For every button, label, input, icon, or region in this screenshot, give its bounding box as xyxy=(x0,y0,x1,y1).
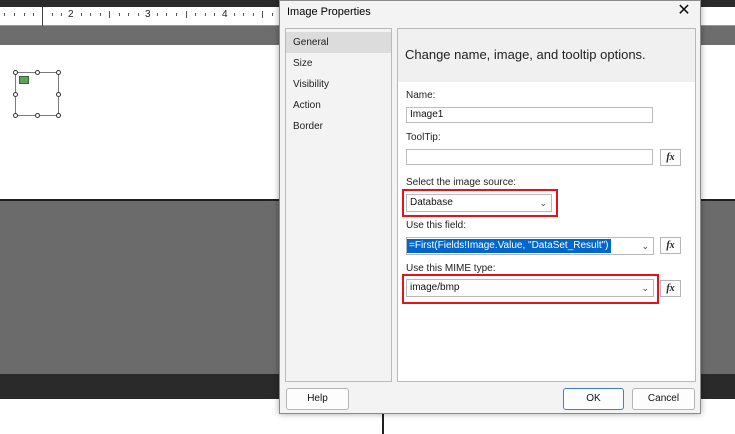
resize-handle[interactable] xyxy=(13,92,18,97)
highlight-box xyxy=(402,274,659,304)
ruler-cursor-line xyxy=(42,7,43,26)
ruler-tick xyxy=(253,13,254,16)
use-field-value: =First(Fields!Image.Value, "DataSet_Resu… xyxy=(407,239,611,253)
fx-icon: fx xyxy=(666,283,675,294)
ruler-tick xyxy=(81,13,82,16)
ruler-tick xyxy=(14,13,15,16)
ruler-tick xyxy=(119,13,120,16)
ruler-number: 4 xyxy=(222,9,228,20)
help-button[interactable]: Help xyxy=(286,388,349,410)
field-expression-button[interactable]: fx xyxy=(660,237,681,254)
nav-item-action[interactable]: Action xyxy=(286,95,391,116)
name-input[interactable]: Image1 xyxy=(406,107,653,123)
general-page: Change name, image, and tooltip options.… xyxy=(397,28,696,382)
highlight-box xyxy=(402,189,558,217)
cancel-button[interactable]: Cancel xyxy=(632,388,695,410)
ruler-tick xyxy=(61,13,62,16)
ruler-tick xyxy=(195,13,196,16)
close-icon[interactable]: ✕ xyxy=(676,3,692,19)
image-icon xyxy=(19,76,29,84)
nav-item-border[interactable]: Border xyxy=(286,116,391,137)
resize-handle[interactable] xyxy=(35,113,40,118)
ok-button[interactable]: OK xyxy=(563,388,624,410)
nav-item-size[interactable]: Size xyxy=(286,53,391,74)
ruler-tick xyxy=(176,13,177,16)
resize-handle[interactable] xyxy=(35,70,40,75)
tooltip-label: ToolTip: xyxy=(406,132,441,143)
ruler-tick xyxy=(138,13,139,16)
properties-nav: General Size Visibility Action Border xyxy=(285,28,392,382)
page-header-text: Change name, image, and tooltip options. xyxy=(405,47,646,62)
ruler-tick xyxy=(157,13,158,16)
chevron-down-icon: ⌄ xyxy=(641,241,649,251)
dialog-title: Image Properties xyxy=(287,6,371,18)
ruler-tick xyxy=(272,13,273,16)
ruler-tick xyxy=(24,13,25,16)
ruler-tick xyxy=(52,13,53,16)
page-header: Change name, image, and tooltip options. xyxy=(398,29,695,82)
mime-expression-button[interactable]: fx xyxy=(660,280,681,297)
nav-item-visibility[interactable]: Visibility xyxy=(286,74,391,95)
mime-type-label: Use this MIME type: xyxy=(406,263,496,274)
fx-icon: fx xyxy=(666,240,675,251)
ruler-tick xyxy=(90,13,91,16)
image-properties-dialog: Image Properties ✕ General Size Visibili… xyxy=(279,0,701,414)
ruler-tick xyxy=(166,13,167,16)
resize-handle[interactable] xyxy=(13,70,18,75)
resize-handle[interactable] xyxy=(56,70,61,75)
ruler-tick xyxy=(243,13,244,16)
ruler-tick xyxy=(186,11,187,18)
image-report-item[interactable] xyxy=(13,70,61,118)
ruler-tick xyxy=(205,13,206,16)
resize-handle[interactable] xyxy=(56,113,61,118)
tooltip-expression-button[interactable]: fx xyxy=(660,149,681,166)
ruler-tick xyxy=(214,13,215,16)
image-source-label: Select the image source: xyxy=(406,177,517,188)
resize-handle[interactable] xyxy=(13,113,18,118)
fx-icon: fx xyxy=(666,152,675,163)
ruler-tick xyxy=(100,13,101,16)
use-field-label: Use this field: xyxy=(406,220,467,231)
ruler-tick xyxy=(262,11,263,18)
resize-handle[interactable] xyxy=(56,92,61,97)
ruler-tick xyxy=(234,13,235,16)
nav-item-general[interactable]: General xyxy=(286,32,391,53)
use-field-select[interactable]: =First(Fields!Image.Value, "DataSet_Resu… xyxy=(406,237,654,255)
ruler-tick xyxy=(33,13,34,16)
ruler-number: 2 xyxy=(68,9,74,20)
name-label: Name: xyxy=(406,90,436,101)
tooltip-input[interactable] xyxy=(406,149,653,165)
ruler-number: 3 xyxy=(145,9,151,20)
ruler-tick xyxy=(109,11,110,18)
ruler-tick xyxy=(128,13,129,16)
ruler-tick xyxy=(4,13,5,16)
